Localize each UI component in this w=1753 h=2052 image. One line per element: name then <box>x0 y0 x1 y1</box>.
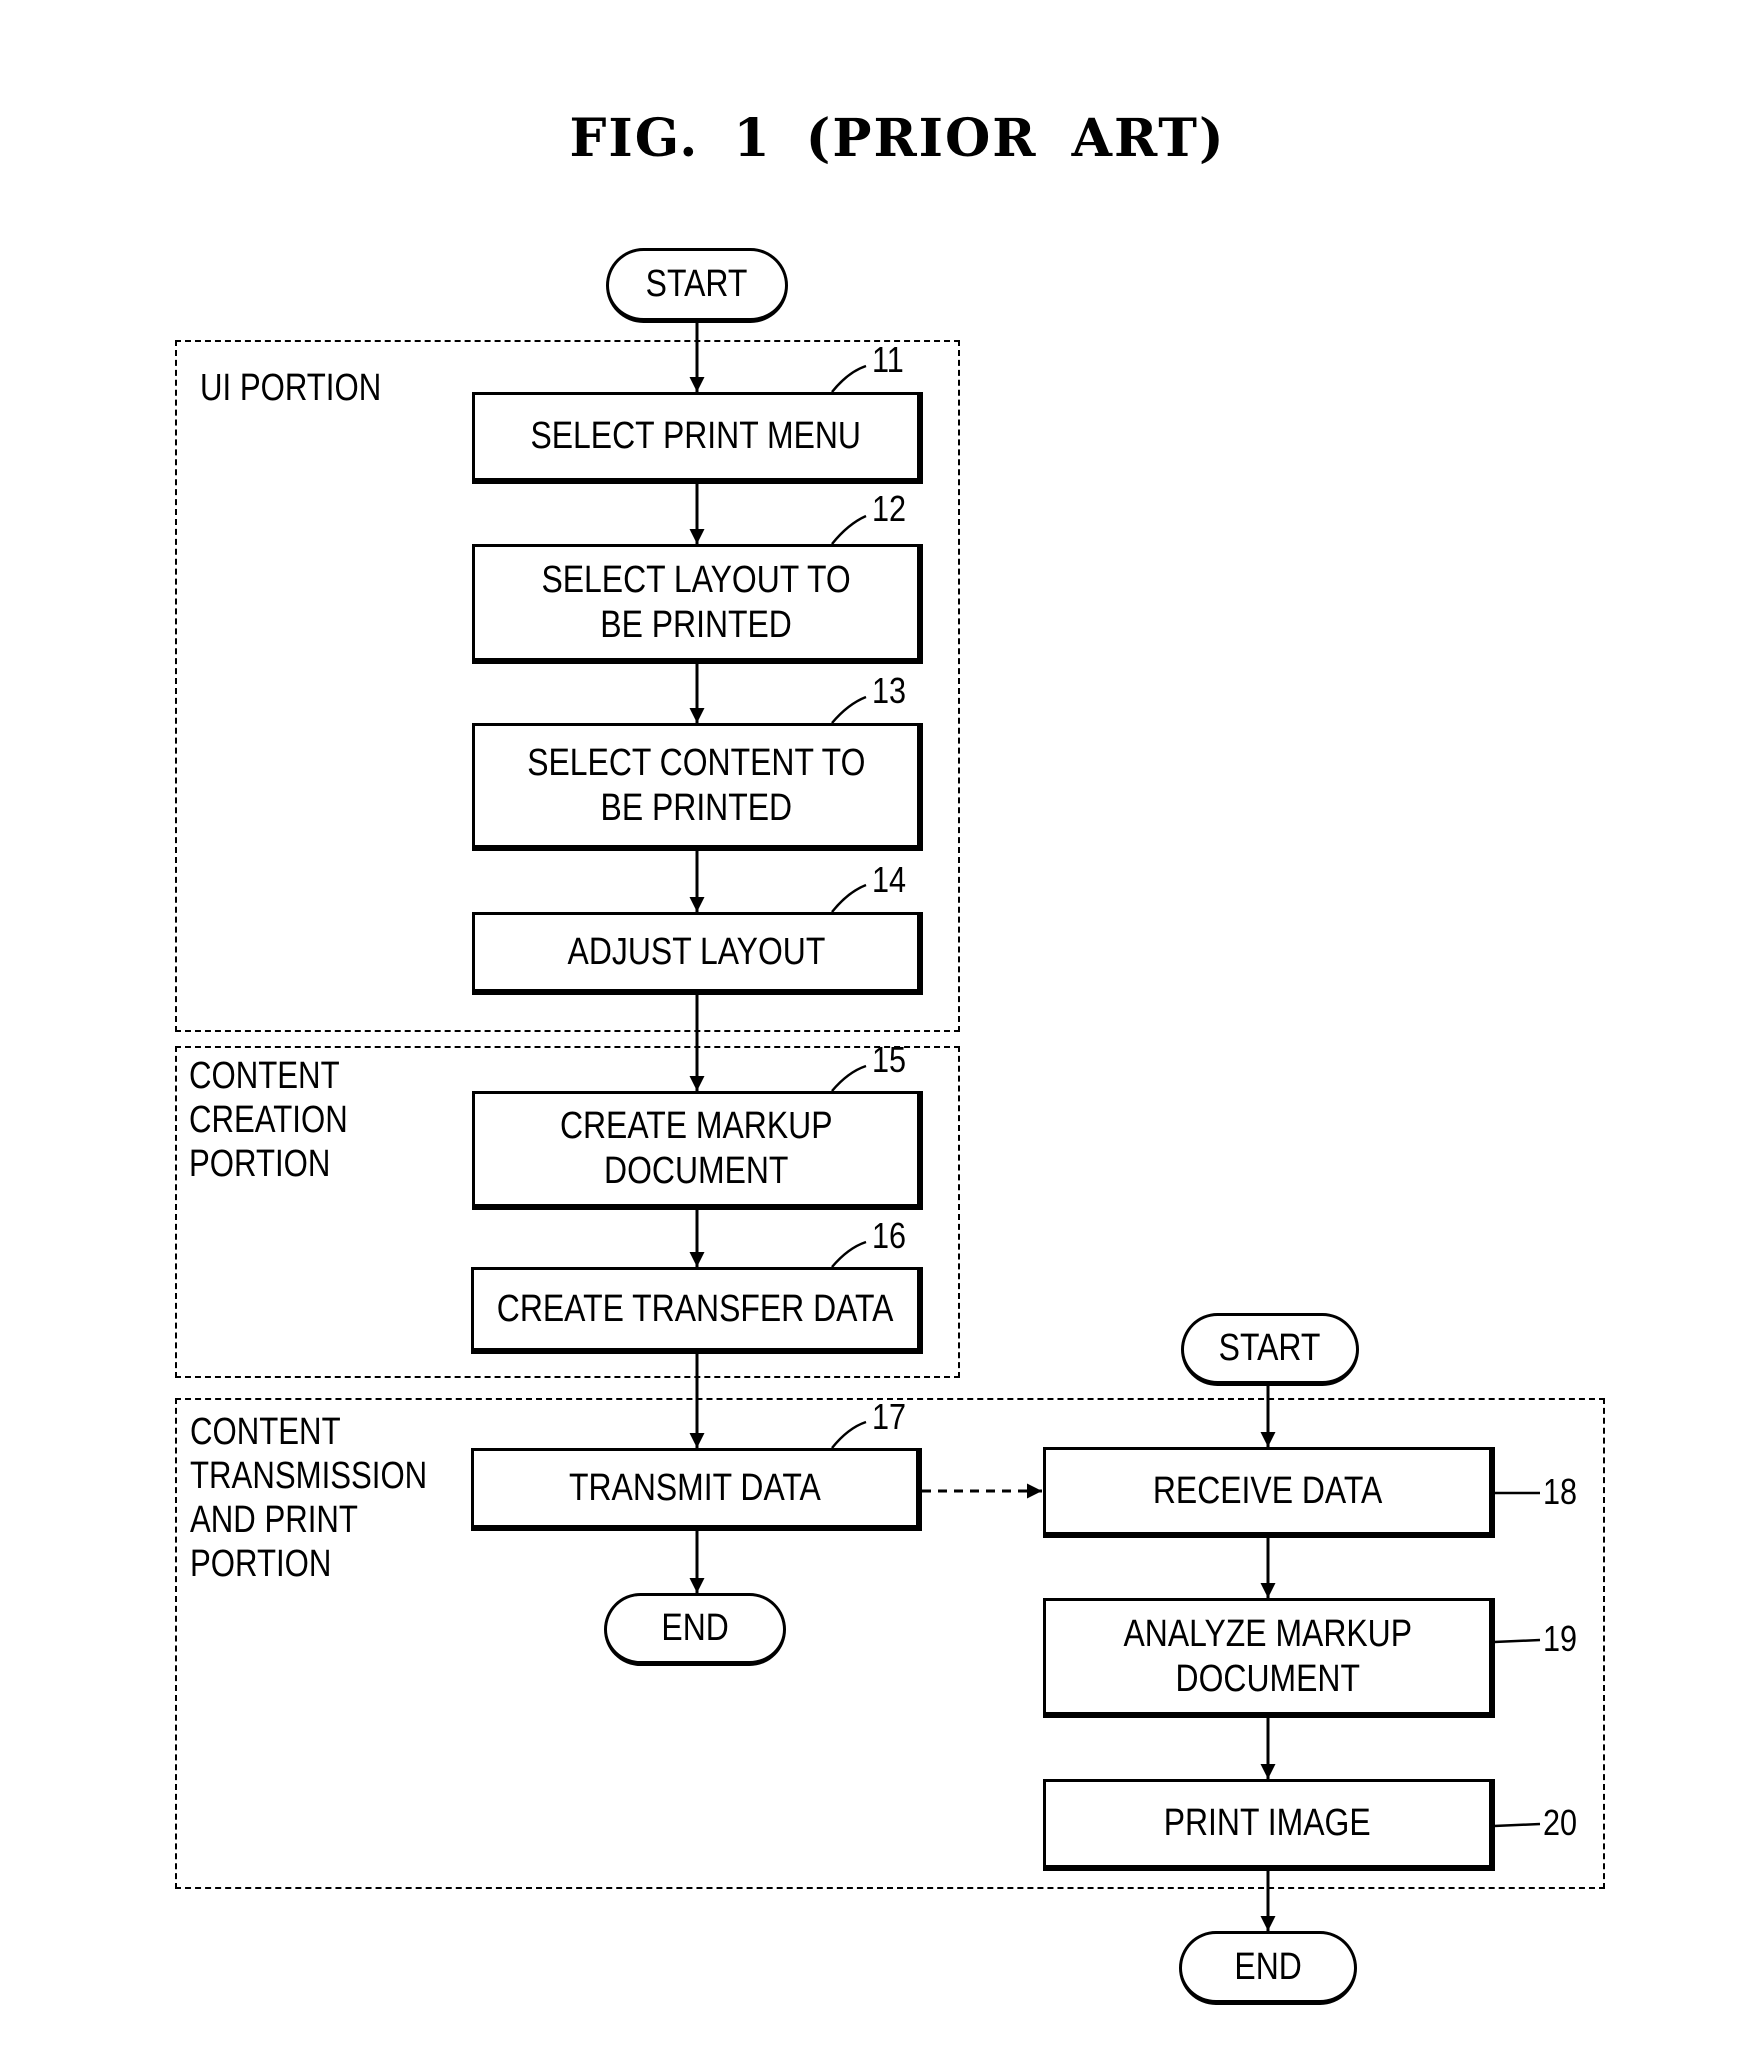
end-terminal-left-text: END <box>661 1607 729 1649</box>
start-terminal-left-text: START <box>646 263 748 305</box>
content-creation-portion-label: CONTENT CREATION PORTION <box>189 1055 348 1185</box>
step-16-create-transfer-data: CREATE TRANSFER DATA <box>471 1267 923 1354</box>
step-18-receive-data: RECEIVE DATA <box>1043 1447 1495 1538</box>
ref-numeral-17: 17 <box>872 1396 907 1437</box>
step-19-text: ANALYZE MARKUP DOCUMENT <box>1123 1612 1412 1700</box>
ref-numeral-12: 12 <box>872 488 907 529</box>
content-transmission-portion-label: CONTENT TRANSMISSION AND PRINT PORTION <box>190 1411 428 1585</box>
step-13-select-content: SELECT CONTENT TO BE PRINTED <box>472 723 923 851</box>
step-20-text: PRINT IMAGE <box>1164 1802 1371 1844</box>
step-15-text: CREATE MARKUP DOCUMENT <box>559 1105 833 1192</box>
ref-numeral-19: 19 <box>1543 1618 1578 1659</box>
flowchart-figure: FIG. 1 (PRIOR ART) UI PORTION CONTENT CR… <box>0 0 1753 2052</box>
step-14-adjust-layout: ADJUST LAYOUT <box>472 912 923 995</box>
ref-numeral-13: 13 <box>872 670 907 711</box>
end-terminal-left: END <box>604 1593 786 1666</box>
ref-numeral-20: 20 <box>1543 1802 1578 1843</box>
step-11-text: SELECT PRINT MENU <box>530 415 862 457</box>
start-terminal-right-text: START <box>1219 1327 1321 1369</box>
ref-numeral-16: 16 <box>872 1215 907 1256</box>
ref-numeral-14: 14 <box>872 859 907 900</box>
step-18-text: RECEIVE DATA <box>1152 1469 1383 1512</box>
step-12-select-layout: SELECT LAYOUT TO BE PRINTED <box>472 544 923 664</box>
start-terminal-left: START <box>606 248 788 323</box>
ui-portion-label: UI PORTION <box>200 367 382 409</box>
end-terminal-right-text: END <box>1234 1945 1302 1988</box>
step-15-create-markup-document: CREATE MARKUP DOCUMENT <box>472 1091 923 1210</box>
step-16-text: CREATE TRANSFER DATA <box>497 1287 894 1330</box>
step-17-transmit-data: TRANSMIT DATA <box>471 1448 922 1531</box>
step-17-text: TRANSMIT DATA <box>569 1466 821 1509</box>
start-terminal-right: START <box>1181 1313 1359 1386</box>
step-19-analyze-markup-document: ANALYZE MARKUP DOCUMENT <box>1043 1598 1495 1718</box>
ref-numeral-11: 11 <box>872 339 904 380</box>
ref-numeral-18: 18 <box>1543 1471 1578 1512</box>
step-20-print-image: PRINT IMAGE <box>1043 1779 1495 1871</box>
step-14-text: ADJUST LAYOUT <box>567 930 825 973</box>
step-12-text: SELECT LAYOUT TO BE PRINTED <box>541 558 851 646</box>
step-13-text: SELECT CONTENT TO BE PRINTED <box>526 741 866 829</box>
step-11-select-print-menu: SELECT PRINT MENU <box>472 392 923 484</box>
end-terminal-right: END <box>1179 1931 1357 2005</box>
ref-numeral-15: 15 <box>872 1039 907 1080</box>
